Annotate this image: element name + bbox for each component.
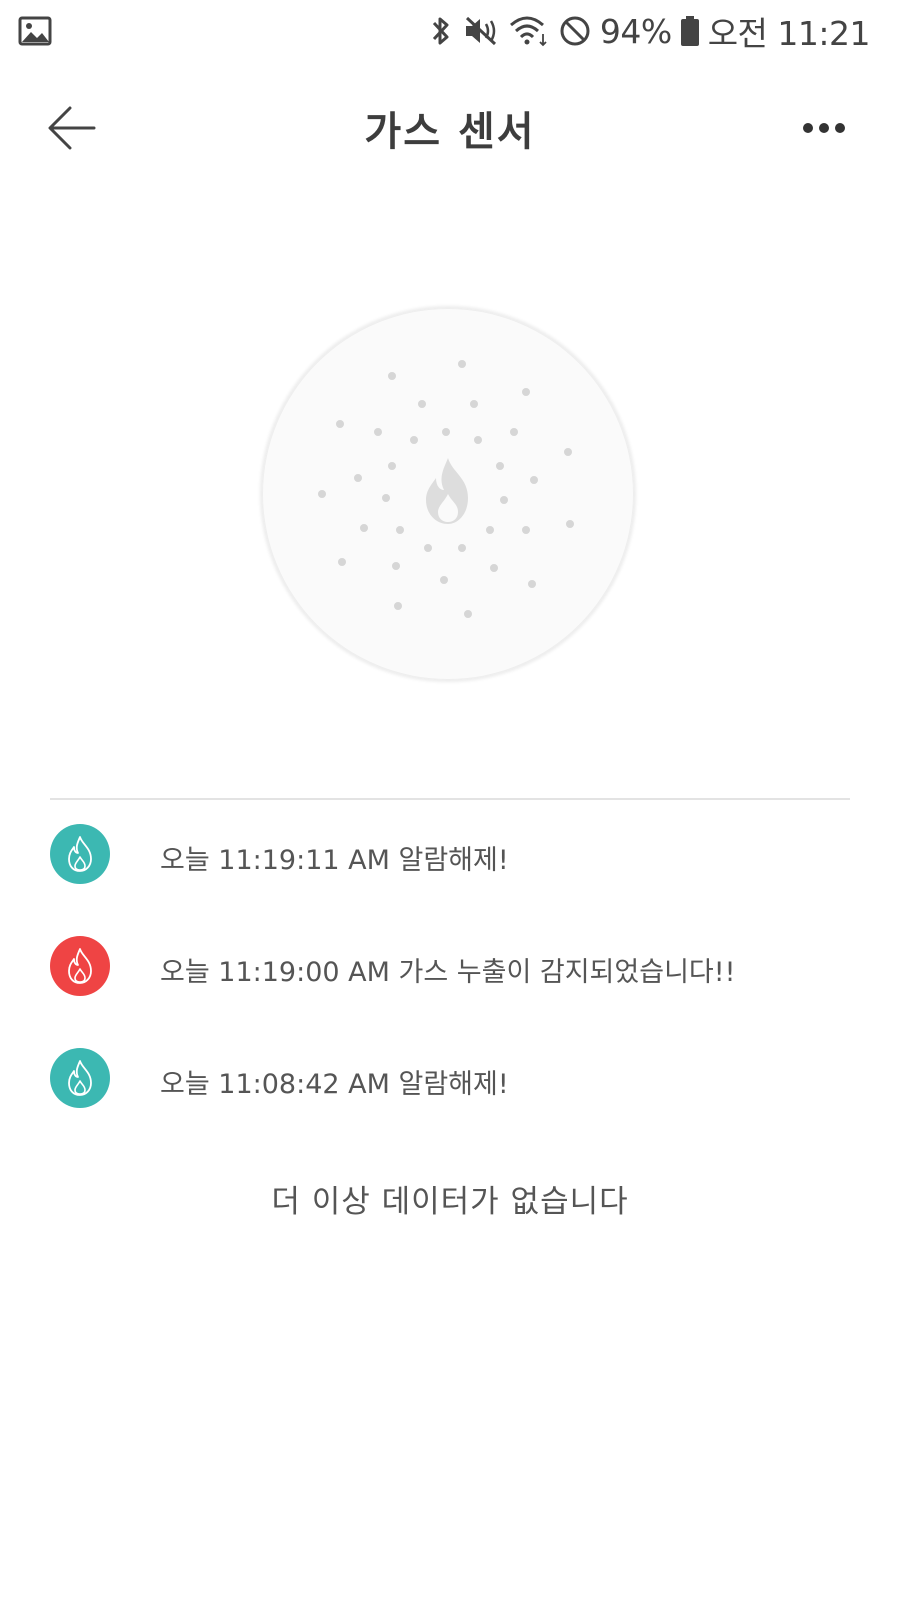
log-date: 오늘	[160, 957, 210, 988]
no-more-data-label: 더 이상 데이터가 없습니다	[271, 1184, 629, 1220]
do-not-disturb-icon	[558, 14, 592, 48]
status-ok-badge	[50, 824, 110, 884]
log-message: 알람해제!	[398, 845, 509, 876]
mute-icon	[462, 14, 500, 48]
log-date: 오늘	[160, 1069, 210, 1100]
arrow-left-icon	[48, 106, 96, 150]
log-message: 알람해제!	[398, 1069, 509, 1100]
log-time: 11:19:11 AM	[218, 845, 390, 876]
app-header: 가스 센서	[0, 78, 900, 178]
battery-icon	[680, 14, 700, 48]
log-text: 오늘 11:08:42 AM 알람해제!	[160, 1062, 509, 1101]
battery-percentage: 94%	[599, 11, 672, 51]
more-dots-icon	[803, 123, 845, 133]
bluetooth-icon	[428, 14, 454, 48]
list-item[interactable]: 오늘 11:19:00 AM 가스 누출이 감지되었습니다!!	[0, 936, 900, 1048]
flame-icon	[68, 948, 92, 984]
status-ok-badge	[50, 1048, 110, 1108]
log-message: 가스 누출이 감지되었습니다!!	[398, 957, 736, 988]
sensor-dots	[318, 360, 574, 618]
flame-icon	[68, 836, 92, 872]
log-time: 11:19:00 AM	[218, 957, 390, 988]
log-text: 오늘 11:19:00 AM 가스 누출이 감지되었습니다!!	[160, 950, 735, 989]
divider	[50, 798, 850, 800]
log-date: 오늘	[160, 845, 210, 876]
list-item[interactable]: 오늘 11:19:11 AM 알람해제!	[0, 824, 900, 936]
log-text: 오늘 11:19:11 AM 알람해제!	[160, 838, 509, 877]
gallery-icon	[18, 16, 52, 46]
wifi-icon	[508, 14, 550, 48]
flame-icon	[426, 458, 468, 524]
page-title: 가스 센서	[364, 109, 536, 155]
back-button[interactable]	[44, 102, 100, 154]
clock: 오전 11:21	[707, 14, 871, 53]
flame-icon	[68, 1060, 92, 1096]
log-time: 11:08:42 AM	[218, 1069, 390, 1100]
gas-sensor-device	[262, 308, 634, 680]
more-options-button[interactable]	[794, 108, 854, 148]
status-alarm-badge	[50, 936, 110, 996]
list-item[interactable]: 오늘 11:08:42 AM 알람해제!	[0, 1048, 900, 1160]
status-bar: 94% 오전 11:21	[0, 0, 900, 62]
event-log-list: 오늘 11:19:11 AM 알람해제! 오늘 11:19:00 AM 가스 누…	[0, 824, 900, 1160]
